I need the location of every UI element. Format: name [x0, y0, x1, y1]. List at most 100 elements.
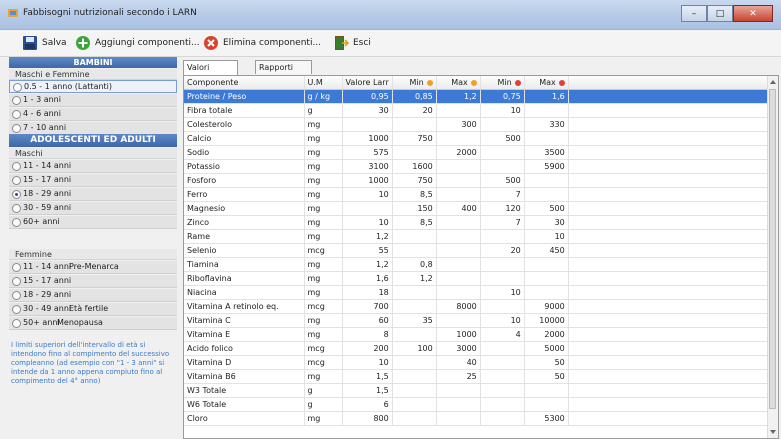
table-cell[interactable]: 60: [342, 313, 393, 328]
radio-button[interactable]: [12, 218, 21, 227]
table-cell[interactable]: mg: [304, 257, 343, 272]
table-cell[interactable]: 20: [392, 103, 437, 118]
table-cell[interactable]: [392, 383, 437, 398]
table-cell[interactable]: 30: [524, 215, 569, 230]
table-row[interactable]: W3 Totale g 1,5: [184, 383, 770, 398]
table-row[interactable]: Calcio mg 1000 750 500: [184, 131, 770, 146]
table-cell[interactable]: 120: [480, 201, 525, 216]
table-cell[interactable]: [436, 103, 481, 118]
table-cell[interactable]: 30: [342, 103, 393, 118]
age-option[interactable]: 15 - 17 anni: [9, 275, 177, 288]
table-cell[interactable]: 1,5: [342, 383, 393, 398]
table-cell[interactable]: mg: [304, 159, 343, 174]
table-cell[interactable]: g: [304, 383, 343, 398]
table-cell[interactable]: mg: [304, 173, 343, 188]
table-cell[interactable]: [480, 299, 525, 314]
table-cell[interactable]: Calcio: [184, 131, 305, 146]
radio-button[interactable]: [12, 124, 21, 133]
table-cell[interactable]: [392, 355, 437, 370]
column-header[interactable]: Max: [524, 76, 569, 90]
table-cell[interactable]: [436, 271, 481, 286]
table-row[interactable]: Sodio mg 575 2000 3500: [184, 145, 770, 160]
table-cell[interactable]: mcg: [304, 341, 343, 356]
table-cell[interactable]: 10: [480, 313, 525, 328]
table-cell[interactable]: [392, 117, 437, 132]
table-cell[interactable]: 300: [436, 117, 481, 132]
table-cell[interactable]: [392, 299, 437, 314]
table-cell[interactable]: mg: [304, 145, 343, 160]
table-cell[interactable]: [436, 229, 481, 244]
table-cell[interactable]: 5900: [524, 159, 569, 174]
table-cell[interactable]: 500: [524, 201, 569, 216]
table-cell[interactable]: [436, 131, 481, 146]
table-cell[interactable]: Magnesio: [184, 201, 305, 216]
table-cell[interactable]: 1,2: [392, 271, 437, 286]
table-cell[interactable]: [480, 145, 525, 160]
table-cell[interactable]: 25: [436, 369, 481, 384]
table-cell[interactable]: 8,5: [392, 187, 437, 202]
table-cell[interactable]: 8000: [436, 299, 481, 314]
table-cell[interactable]: W3 Totale: [184, 383, 305, 398]
table-cell[interactable]: 8,5: [392, 215, 437, 230]
age-option[interactable]: 50+ anni Menopausa: [9, 317, 177, 330]
age-option[interactable]: 30 - 49 anni Età fertile: [9, 303, 177, 316]
maximize-button[interactable]: □: [707, 5, 733, 22]
table-cell[interactable]: 5300: [524, 411, 569, 426]
radio-button[interactable]: [12, 96, 21, 105]
table-cell[interactable]: 400: [436, 201, 481, 216]
table-cell[interactable]: 20: [480, 243, 525, 258]
minimize-button[interactable]: –: [681, 5, 707, 22]
table-cell[interactable]: 5000: [524, 341, 569, 356]
table-cell[interactable]: 7: [480, 187, 525, 202]
table-cell[interactable]: 1000: [342, 131, 393, 146]
close-button[interactable]: ✕: [733, 5, 773, 22]
table-row[interactable]: Vitamina B6 mg 1,5 25 50: [184, 369, 770, 384]
table-cell[interactable]: [436, 243, 481, 258]
table-cell[interactable]: 750: [392, 173, 437, 188]
table-cell[interactable]: 10: [342, 215, 393, 230]
table-cell[interactable]: 2000: [436, 145, 481, 160]
table-cell[interactable]: 10: [342, 187, 393, 202]
table-cell[interactable]: 1,6: [524, 89, 569, 104]
table-cell[interactable]: 1,2: [342, 229, 393, 244]
table-cell[interactable]: 18: [342, 285, 393, 300]
table-cell[interactable]: Ferro: [184, 187, 305, 202]
table-row[interactable]: Zinco mg 10 8,5 7 30: [184, 215, 770, 230]
table-row[interactable]: Potassio mg 3100 1600 5900: [184, 159, 770, 174]
exit-button[interactable]: Esci: [333, 34, 371, 52]
table-cell[interactable]: [392, 243, 437, 258]
age-option[interactable]: 4 - 6 anni: [9, 108, 177, 121]
table-cell[interactable]: mg: [304, 131, 343, 146]
table-cell[interactable]: Selenio: [184, 243, 305, 258]
table-cell[interactable]: 0,75: [480, 89, 525, 104]
table-cell[interactable]: [436, 173, 481, 188]
table-cell[interactable]: Proteine / Peso: [184, 89, 305, 104]
radio-button[interactable]: [12, 291, 21, 300]
table-cell[interactable]: 200: [342, 341, 393, 356]
table-cell[interactable]: [392, 145, 437, 160]
table-cell[interactable]: [392, 327, 437, 342]
table-cell[interactable]: mg: [304, 313, 343, 328]
table-cell[interactable]: 40: [436, 355, 481, 370]
table-cell[interactable]: Vitamina E: [184, 327, 305, 342]
table-cell[interactable]: 10: [480, 285, 525, 300]
table-cell[interactable]: Vitamina C: [184, 313, 305, 328]
table-cell[interactable]: [342, 201, 393, 216]
age-option[interactable]: 30 - 59 anni: [9, 202, 177, 215]
table-cell[interactable]: g: [304, 103, 343, 118]
table-cell[interactable]: [392, 285, 437, 300]
table-cell[interactable]: 1600: [392, 159, 437, 174]
vertical-scrollbar[interactable]: [767, 76, 778, 438]
table-cell[interactable]: [392, 397, 437, 412]
table-cell[interactable]: [436, 313, 481, 328]
table-cell[interactable]: 100: [392, 341, 437, 356]
table-cell[interactable]: Tiamina: [184, 257, 305, 272]
column-header[interactable]: Min: [480, 76, 525, 90]
table-cell[interactable]: mg: [304, 411, 343, 426]
table-cell[interactable]: [436, 411, 481, 426]
table-cell[interactable]: Zinco: [184, 215, 305, 230]
table-cell[interactable]: mcg: [304, 243, 343, 258]
table-cell[interactable]: Fosforo: [184, 173, 305, 188]
table-cell[interactable]: [524, 103, 569, 118]
age-option[interactable]: 0.5 - 1 anno (Lattanti): [9, 80, 177, 93]
